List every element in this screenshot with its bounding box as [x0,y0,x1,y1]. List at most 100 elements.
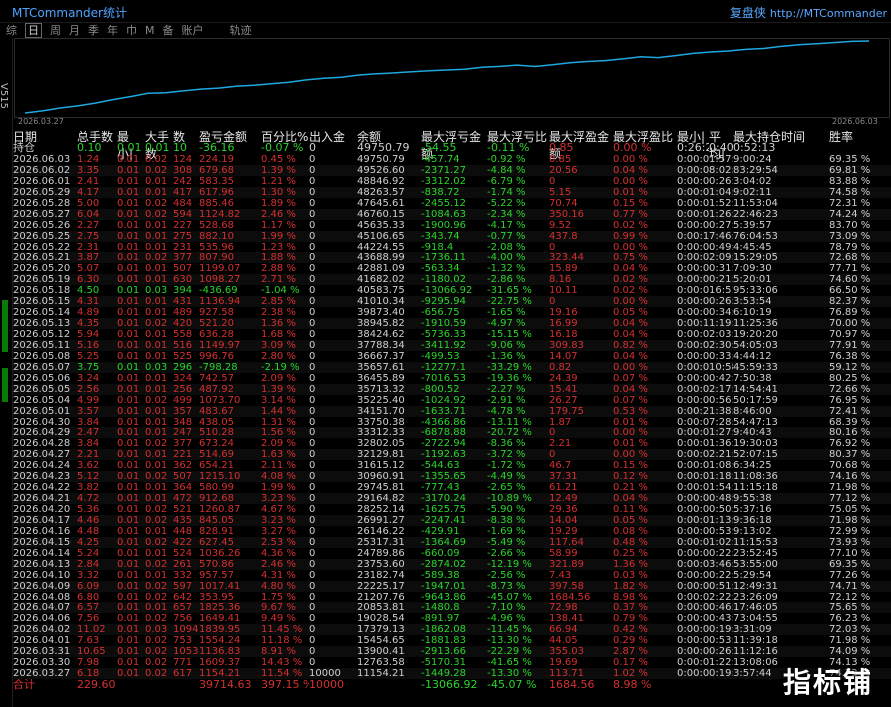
tab-8[interactable]: 备 [163,24,174,37]
table-row[interactable]: 2026.04.28 3.84 0.01 0.02 377 673.24 2.09 % 0 32… [13,438,891,449]
cell-col-4: 435 [173,514,193,526]
cell-col-13: 0:00:01 [677,471,709,483]
cell-col-1: 2.41 [77,175,100,187]
table-row[interactable]: 2026.05.20 5.07 0.01 0.01 507 1199.07 2.88 % 0 4… [13,263,891,274]
tab-track[interactable]: 轨迹 [230,24,252,37]
cell-col-10: -8.73 % [487,580,526,592]
table-row[interactable]: 2026.05.05 2.56 0.01 0.01 256 487.92 1.39 % 0 35… [13,383,891,395]
table-row[interactable]: 2026.05.28 5.00 0.01 0.02 484 885.46 1.89 % 0 47… [13,198,891,209]
cell-col-1: 6.04 [77,208,100,220]
table-row[interactable]: 2026.04.10 3.32 0.01 0.01 332 957.57 4.31 % 0 23… [13,570,891,581]
cell-col-12: 8.98 % [613,679,652,691]
table-row[interactable]: 2026.06.03 1.24 0.01 0.02 124 224.19 0.45 % 0 49… [13,154,891,165]
table-row[interactable]: 2026.04.23 5.12 0.01 0.02 507 1215.10 4.08 % 0 3… [13,471,891,482]
cell-col-0: 2026.04.01 [13,635,71,647]
cell-col-11: 0 [549,449,556,461]
table-row[interactable]: 2026.04.17 4.46 0.01 0.02 435 845.05 3.23 % 0 26… [13,514,891,526]
table-row[interactable]: 2026.04.20 5.36 0.01 0.02 521 1260.87 4.67 % 0 2… [13,504,891,515]
cell-col-4: 630 [173,274,193,286]
cell-col-11: 20.56 [549,164,578,176]
cell-col-1: 3.84 [77,438,100,450]
cell-col-8: 35225.40 [357,394,405,406]
tab-5[interactable]: 年 [107,24,118,37]
table-row[interactable]: 2026.03.27 6.18 0.01 0.02 617 1154.21 11.54 % 1… [13,668,891,679]
cell-col-12: 0.53 % [613,405,648,417]
cell-col-8: 43688.99 [357,252,405,264]
tab-2[interactable]: 周 [50,24,61,37]
table-row[interactable]: 2026.06.02 3.35 0.01 0.02 308 679.68 1.39 % 0 49… [13,164,891,176]
table-row[interactable]: 2026.05.04 4.99 0.01 0.02 499 1073.70 3.14 % 0 3… [13,395,891,406]
table-row[interactable]: 2026.04.13 2.84 0.01 0.02 261 570.86 2.46 % 0 23… [13,558,891,570]
tab-6[interactable]: 巾 [126,24,137,37]
cell-col-16: 68.39 % [829,416,871,428]
table-row[interactable]: 2026.04.22 3.82 0.01 0.01 364 580.99 1.99 % 0 29… [13,482,891,493]
table-row[interactable]: 2026.04.01 7.63 0.01 0.02 753 1554.24 11.18 % 0… [13,635,891,646]
table-row[interactable]: 2026.04.14 5.24 0.01 0.01 524 1036.26 4.36 % 0 2… [13,548,891,559]
table-row[interactable]: 2026.05.29 4.17 0.01 0.01 417 617.96 1.30 % 0 48… [13,186,891,198]
holding-row[interactable]: 持仓 0.10 0.01 0.01 10 -36.16 -0.07 % 0 49750.79 -5… [13,141,891,154]
table-row[interactable]: 2026.05.18 4.50 0.01 0.03 394 -436.69 -1.04 % 0… [13,285,891,296]
cell-col-13: 0:00:04 [677,482,709,494]
cell-col-7: 0 [309,635,316,647]
table-row[interactable]: 2026.05.13 4.35 0.01 0.02 420 521.20 1.36 % 0 38… [13,318,891,329]
cell-col-14: 0:26:14 [709,175,733,187]
table-row[interactable]: 2026.05.12 5.94 0.01 0.01 558 636.28 1.68 % 0 38… [13,329,891,340]
table-row[interactable]: 2026.03.30 7.98 0.01 0.02 771 1609.37 14.43 % 0… [13,657,891,668]
table-row[interactable]: 2026.04.27 2.21 0.01 0.01 221 514.69 1.63 % 0 32… [13,449,891,460]
cell-col-14: 2:09:46 [709,252,733,264]
cell-col-10: -4.97 % [487,318,526,330]
tab-3[interactable]: 月 [69,24,80,37]
table-row[interactable]: 2026.04.07 6.57 0.01 0.01 657 1825.36 9.67 % 0 2… [13,602,891,613]
table-row[interactable]: 2026.05.06 3.24 0.01 0.01 324 742.57 2.09 % 0 36… [13,373,891,384]
table-row[interactable]: 2026.05.14 4.89 0.01 0.01 489 927.58 2.38 % 0 39… [13,307,891,318]
cell-col-6: 1.21 % [261,175,296,187]
table-row[interactable]: 2026.04.09 6.09 0.01 0.02 597 1017.41 4.80 % 0 2… [13,580,891,592]
tab-4[interactable]: 季 [88,24,99,37]
cell-col-12: 0.00 % [613,296,648,308]
table-row[interactable]: 2026.05.19 6.30 0.01 0.01 630 1098.27 2.71 % 0 4… [13,274,891,285]
summary-row[interactable]: 合计 229.60 39714.63 397.15 % 10000 -13066.92 -4… [13,679,891,691]
cell-col-16: 71.98 % [829,482,871,494]
table-row[interactable]: 2026.05.25 2.75 0.01 0.01 275 882.10 1.99 % 0 45… [13,230,891,242]
cell-col-6: 11.18 % [261,635,303,647]
table-row[interactable]: 2026.05.27 6.04 0.01 0.02 594 1124.82 2.46 % 0 4… [13,208,891,220]
table-row[interactable]: 2026.05.26 2.27 0.01 0.01 227 528.68 1.17 % 0 45… [13,220,891,231]
cell-col-8: 32802.05 [357,438,405,450]
table-row[interactable]: 2026.05.07 3.75 0.01 0.03 296 -798.28 -2.19 % 0… [13,361,891,373]
table-row[interactable]: 2026.05.11 5.16 0.01 0.01 516 1149.97 3.09 % 0 3… [13,339,891,351]
tab-9[interactable]: 账户 [182,24,204,37]
cell-col-4: 524 [173,547,193,559]
table-row[interactable]: 2026.04.29 2.47 0.01 0.01 247 510.28 1.56 % 0 33… [13,427,891,438]
table-row[interactable]: 2026.04.30 3.84 0.01 0.01 348 438.05 1.31 % 0 33… [13,417,891,428]
table-row[interactable]: 2026.03.31 10.65 0.01 0.02 1053 1136.83 8.91 %… [13,646,891,657]
table-row[interactable]: 2026.04.15 4.25 0.01 0.02 422 627.45 2.53 % 0 25… [13,536,891,548]
table-row[interactable]: 2026.04.21 4.72 0.01 0.01 472 912.68 3.23 % 0 29… [13,493,891,504]
tab-7[interactable]: M [145,24,155,37]
table-row[interactable]: 2026.05.22 2.31 0.01 0.01 231 535.96 1.23 % 0 44… [13,242,891,253]
table-row[interactable]: 2026.04.06 7.56 0.01 0.02 756 1649.41 9.49 % 0 1… [13,613,891,624]
cell-col-6: 1.63 % [261,449,296,461]
table-row[interactable]: 2026.04.08 6.80 0.01 0.02 642 353.95 1.75 % 0 21… [13,592,891,603]
table-row[interactable]: 2026.04.02 11.02 0.01 0.03 1094 1839.95 11.45 … [13,624,891,635]
cell-col-0: 2026.05.11 [13,339,71,351]
cell-col-10: -2.34 % [487,208,526,220]
cell-col-14: 0:46:54 [709,602,733,614]
table-row[interactable]: 2026.05.01 3.57 0.01 0.01 357 483.67 1.44 % 0 34… [13,405,891,417]
cell-col-14: 0:53:58 [709,635,733,647]
cell-col-5: 438.05 [199,416,234,428]
tab-0[interactable]: 综 [6,24,17,37]
tab-1[interactable]: 日 [25,23,42,38]
cell-col-12: 0.04 % [613,164,648,176]
cell-col-14: 0:34:24 [709,307,733,319]
table-row[interactable]: 2026.06.01 2.41 0.01 0.01 242 583.35 1.21 % 0 48… [13,176,891,187]
table-row[interactable]: 2026.05.08 5.25 0.01 0.01 525 996.76 2.80 % 0 36… [13,351,891,362]
table-row[interactable]: 2026.05.21 3.87 0.01 0.02 377 807.90 1.88 % 0 43… [13,252,891,263]
cell-col-7: 0 [309,263,316,275]
table-row[interactable]: 2026.05.15 4.31 0.01 0.01 431 1136.94 2.85 % 0 4… [13,296,891,307]
cell-col-1: 3.62 [77,460,100,472]
brand-url[interactable]: http://MTCommander [770,7,887,20]
table-row[interactable]: 2026.04.24 3.62 0.01 0.01 362 654.21 2.11 % 0 31… [13,460,891,471]
cell-col-6: 0.45 % [261,154,296,165]
table-row[interactable]: 2026.04.16 4.48 0.01 0.01 448 828.91 3.27 % 0 26… [13,526,891,537]
cell-col-2: 0.01 [117,405,140,417]
